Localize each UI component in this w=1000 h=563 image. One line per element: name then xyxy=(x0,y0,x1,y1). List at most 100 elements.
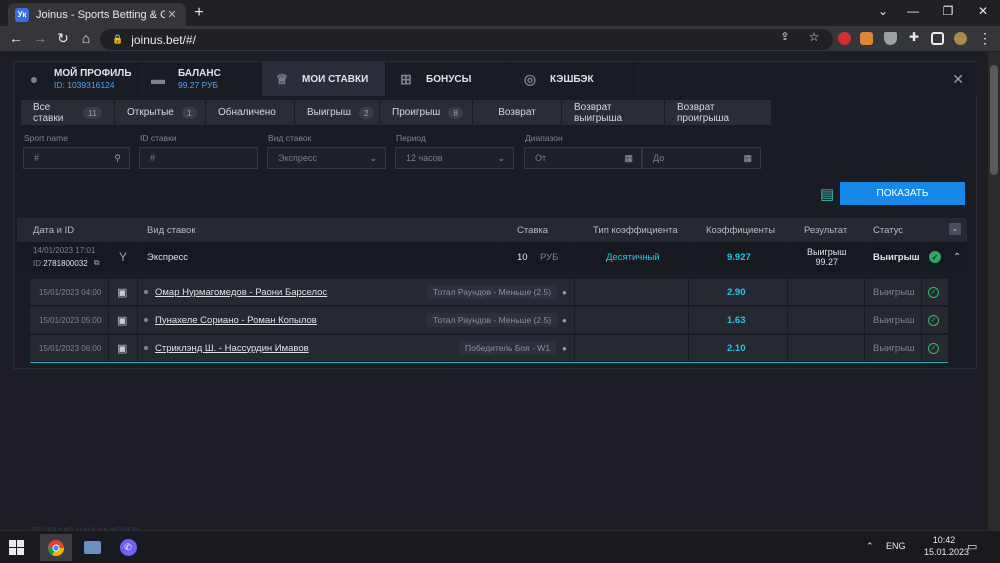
filter-lost[interactable]: Проигрыш 8 xyxy=(380,100,472,125)
minimize-icon[interactable]: — xyxy=(903,4,923,18)
filter-refund[interactable]: Возврат xyxy=(473,100,561,125)
chevron-up-icon[interactable]: ⌃ xyxy=(953,242,961,272)
show-button[interactable]: ПОКАЗАТЬ xyxy=(840,182,965,205)
event-match-link[interactable]: Омар Нурмагомедов - Раони Барселос xyxy=(155,287,327,298)
cashback-icon: ◎ xyxy=(523,70,537,87)
close-window-icon[interactable]: ✕ xyxy=(973,4,993,18)
trophy-icon: ♕ xyxy=(275,70,289,87)
collapse-all-icon[interactable]: ⌄ xyxy=(949,223,961,235)
info-icon[interactable]: ● xyxy=(562,307,567,333)
browser-toolbar: ← → ↻ ⌂ 🔒 joinus.bet/#/ ⇪ ☆ ✚ ⋮ xyxy=(0,26,1000,52)
forward-icon[interactable]: → xyxy=(31,30,49,46)
filter-open[interactable]: Открытые 1 xyxy=(115,100,205,125)
event-match-link[interactable]: Пунахеле Сориано - Роман Копылов xyxy=(155,315,317,326)
copy-icon[interactable]: ⧉ xyxy=(94,258,100,268)
scrollbar-thumb[interactable] xyxy=(990,65,998,175)
bet-type-select[interactable]: Экспресс ⌄ xyxy=(267,147,386,169)
placeholder: # xyxy=(150,153,156,163)
col-bet-type: Вид ставок xyxy=(147,224,196,236)
bullet xyxy=(144,290,148,294)
bet-stake: 10 xyxy=(517,251,528,263)
mma-icon: ▣ xyxy=(117,342,128,355)
filter-label: Открытые xyxy=(127,107,174,118)
language-indicator[interactable]: ENG xyxy=(886,541,906,551)
menu-dots-icon[interactable]: ⋮ xyxy=(976,30,994,47)
viber-taskbar-icon[interactable]: ✆ xyxy=(112,534,144,561)
extension-shield-icon[interactable] xyxy=(884,32,897,45)
event-date: 15/01/2023 06:00 xyxy=(39,343,102,353)
address-bar[interactable]: 🔒 joinus.bet/#/ xyxy=(100,29,833,50)
restore-icon[interactable]: ❐ xyxy=(938,4,958,18)
bullet xyxy=(144,346,148,350)
bet-type-label: Вид ставок xyxy=(268,133,312,143)
date-from-input[interactable]: От ▦ xyxy=(524,147,642,169)
extension-fox-icon[interactable] xyxy=(860,32,873,45)
extensions-puzzle-icon[interactable]: ✚ xyxy=(905,30,923,44)
tab-balance-label: БАЛАНС xyxy=(178,68,221,79)
back-icon[interactable]: ← xyxy=(7,30,25,46)
placeholder: # xyxy=(34,153,40,163)
tab-title: Joinus - Sports Betting & Gaming xyxy=(36,8,165,21)
filter-refund-win[interactable]: Возврат выигрыша xyxy=(562,100,664,125)
event-odds: 1.63 xyxy=(727,314,746,326)
chevron-down-icon[interactable]: ⌄ xyxy=(873,4,893,18)
date-to-input[interactable]: До ▦ xyxy=(642,147,761,169)
close-tab-icon[interactable]: ✕ xyxy=(165,8,179,21)
tab-bonuses[interactable]: ⊞ БОНУСЫ xyxy=(386,62,510,96)
url-text: joinus.bet/#/ xyxy=(131,32,196,47)
new-tab-icon[interactable]: + xyxy=(191,4,207,22)
bookmark-star-icon[interactable]: ☆ xyxy=(805,30,823,44)
wallet-icon: ▬ xyxy=(151,71,165,87)
col-odds: Коэффициенты xyxy=(706,224,776,236)
placeholder: До xyxy=(653,153,665,163)
filter-all[interactable]: Все ставки 11 xyxy=(21,100,114,125)
tab-profile-label: МОЙ ПРОФИЛЬ xyxy=(54,68,132,79)
clipboard-icon[interactable]: ▤ xyxy=(820,185,834,203)
user-icon: ● xyxy=(29,71,39,87)
col-date-id: Дата и ID xyxy=(33,224,75,236)
filter-refund-loss[interactable]: Возврат проигрыша xyxy=(665,100,771,125)
reload-icon[interactable]: ↻ xyxy=(54,30,72,47)
col-result: Результат xyxy=(804,224,848,236)
bullet xyxy=(144,318,148,322)
browser-tab[interactable]: Ук Joinus - Sports Betting & Gaming ✕ xyxy=(8,3,186,26)
tab-profile[interactable]: ● МОЙ ПРОФИЛЬ ID: 1039316124 xyxy=(14,62,138,96)
check-circle-icon: ✓ xyxy=(929,251,941,263)
app-window-icon xyxy=(83,541,101,554)
bet-currency: РУБ xyxy=(540,251,559,263)
filter-won[interactable]: Выигрыш 2 xyxy=(295,100,379,125)
windows-start-icon[interactable] xyxy=(0,534,32,561)
result-value: 99.27 xyxy=(815,257,838,267)
event-match-link[interactable]: Стриклэнд Ш. - Нассурдин Имавов xyxy=(155,343,309,354)
clock[interactable]: 10:42 15.01.2023 xyxy=(924,535,969,557)
tab-my-bets[interactable]: ♕ МОИ СТАВКИ xyxy=(262,62,386,96)
info-icon[interactable]: ● xyxy=(562,279,567,305)
tab-cashback-label: КЭШБЭК xyxy=(550,73,594,85)
filter-label: Обналичено xyxy=(218,107,276,118)
sport-name-input[interactable]: # ⚲ xyxy=(23,147,130,169)
home-icon[interactable]: ⌂ xyxy=(77,30,95,46)
tray-chevron-up-icon[interactable]: ⌃ xyxy=(866,541,874,552)
event-status: Выигрыш xyxy=(873,342,915,354)
extension-red-icon[interactable] xyxy=(838,32,851,45)
tab-balance[interactable]: ▬ БАЛАНС 99.27 РУБ xyxy=(138,62,262,96)
filter-cashed-out[interactable]: Обналичено xyxy=(206,100,294,125)
notifications-icon[interactable]: ▭ xyxy=(967,540,977,553)
side-panel-icon[interactable] xyxy=(931,32,944,45)
info-icon[interactable]: ● xyxy=(562,335,567,361)
bet-id-input[interactable]: # xyxy=(139,147,258,169)
app-taskbar-icon[interactable] xyxy=(76,534,108,561)
avatar[interactable] xyxy=(954,32,967,45)
share-icon[interactable]: ⇪ xyxy=(776,30,794,43)
bet-row[interactable]: 14/01/2023 17:01 ID: 2781800032 ⧉ Y Эксп… xyxy=(17,242,967,272)
mma-icon: ▣ xyxy=(117,286,128,299)
chrome-taskbar-icon[interactable] xyxy=(40,534,72,561)
count-badge: 2 xyxy=(358,106,374,119)
modal-tabs: ● МОЙ ПРОФИЛЬ ID: 1039316124 ▬ БАЛАНС 99.2… xyxy=(14,62,978,96)
period-select[interactable]: 12 часов ⌄ xyxy=(395,147,514,169)
count-badge: 11 xyxy=(83,106,102,119)
close-modal-icon[interactable]: ✕ xyxy=(952,71,964,88)
tab-cashback[interactable]: ◎ КЭШБЭК xyxy=(510,62,634,96)
bet-status: Выигрыш xyxy=(873,251,920,263)
event-row: 15/01/2023 04:00 ▣ Омар Нурмагомедов - Р… xyxy=(30,279,948,305)
